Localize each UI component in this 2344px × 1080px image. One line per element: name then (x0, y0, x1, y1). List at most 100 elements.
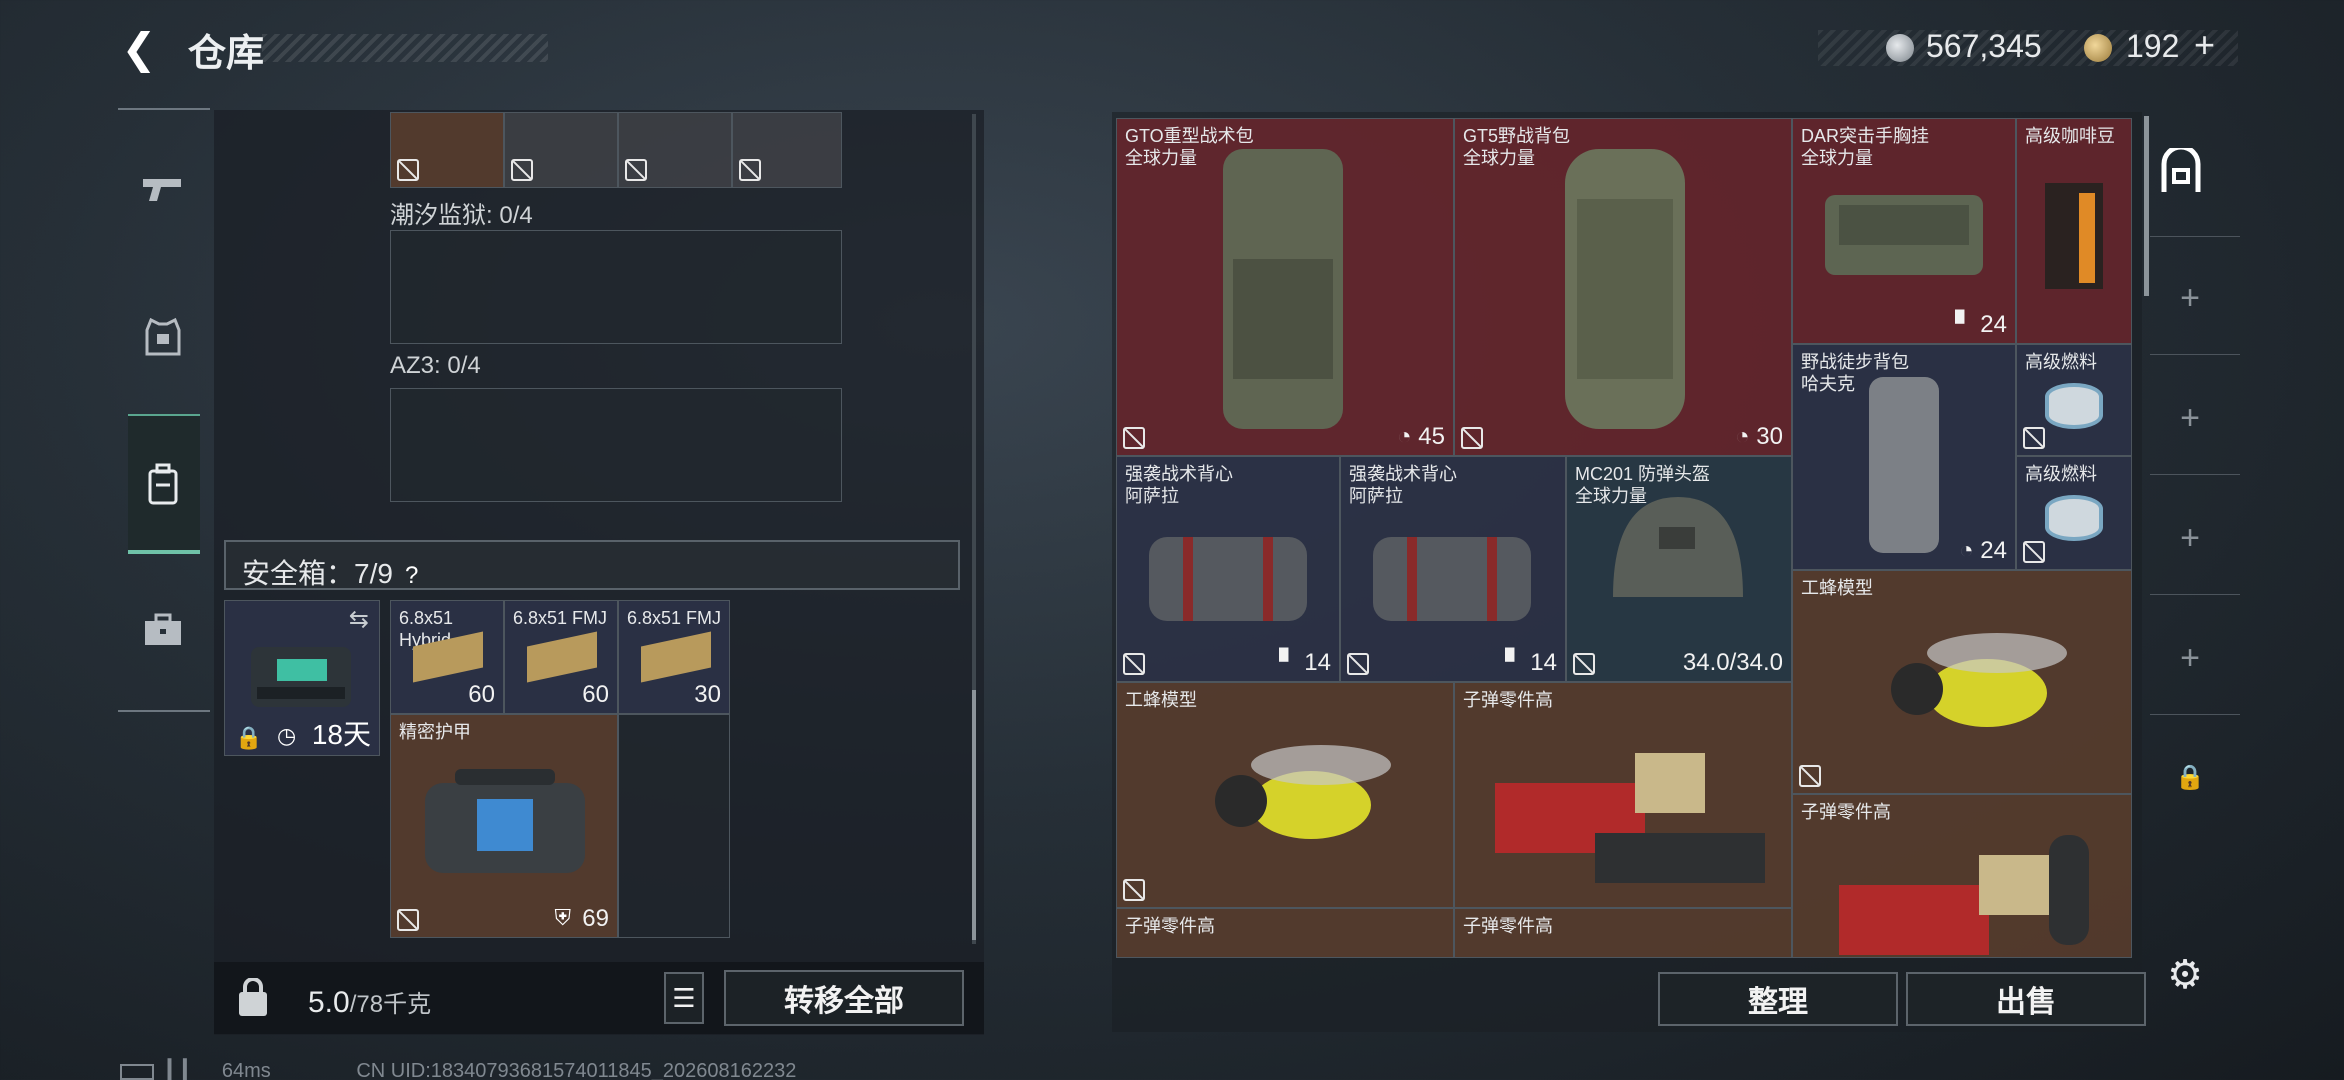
no-trade-icon (1799, 765, 1821, 787)
nav-storage[interactable] (128, 444, 198, 524)
storage-item[interactable]: 高级咖啡豆 (2016, 118, 2132, 344)
storage-item[interactable]: DAR突击手胸挂 全球力量 ▘ 24 (1792, 118, 2016, 344)
helmet-image (1613, 497, 1743, 597)
add-tab-button[interactable]: + (2170, 638, 2210, 678)
backpack-image (1565, 149, 1685, 429)
storage-item[interactable]: 高级燃料 (2016, 456, 2132, 570)
silver-amount: 567,345 (1926, 28, 2042, 64)
add-tab-button[interactable]: + (2170, 398, 2210, 438)
tab-divider (2150, 594, 2240, 595)
add-currency-button[interactable]: + (2194, 24, 2215, 66)
no-trade-icon (1347, 653, 1369, 675)
list-view-button[interactable]: ☰ (664, 972, 704, 1024)
ammo-item[interactable]: 6.8x51 FMJ 30 (618, 600, 730, 714)
no-trade-icon (1461, 427, 1483, 449)
armor-bag-icon (425, 769, 585, 873)
storage-item[interactable]: 子弹零件高 (1454, 682, 1792, 908)
ammo-parts-image (1495, 753, 1765, 883)
slot-grid-az3[interactable] (390, 388, 842, 502)
storage-item[interactable]: 工蜂模型 (1116, 682, 1454, 908)
storage-item[interactable]: 子弹零件高 (1454, 908, 1792, 958)
partial-item-cell[interactable] (390, 112, 504, 188)
backpack-icon (148, 463, 178, 505)
locked-tab-icon[interactable]: 🔒 (2170, 758, 2210, 798)
empty-slot[interactable] (618, 714, 730, 938)
vest-small-icon: ▘ (1279, 649, 1298, 676)
sell-button[interactable]: 出售 (1906, 972, 2146, 1026)
wasp-model-image (1215, 745, 1391, 839)
tab-divider (2150, 236, 2240, 237)
storage-item[interactable]: 高级燃料 (2016, 344, 2132, 456)
add-tab-button[interactable]: + (2170, 518, 2210, 558)
no-trade-icon (1123, 427, 1145, 449)
uid-readout: CN UID:18340793681574011845_202608162232 (356, 1060, 797, 1080)
no-trade-icon (511, 159, 533, 181)
storage-item[interactable]: MC201 防弹头盔 全球力量 34.0/34.0 (1566, 456, 1792, 682)
safebox-days: 18天 (311, 719, 371, 750)
storage-item[interactable]: 工蜂模型 (1792, 570, 2132, 794)
safebox-case-icon (251, 647, 351, 707)
no-trade-icon (1573, 653, 1595, 675)
storage-item[interactable]: GTO重型战术包 全球力量 ◔ 45 (1116, 118, 1454, 456)
no-trade-icon (1123, 879, 1145, 901)
nav-equipment[interactable] (128, 296, 198, 376)
ammo-parts-image (1839, 835, 2089, 955)
storage-item[interactable]: 子弹零件高 (1116, 908, 1454, 958)
help-icon[interactable]: ? (405, 562, 418, 590)
ping-readout: 64ms (221, 1060, 271, 1080)
nav-briefcase[interactable] (128, 590, 198, 670)
armor-item[interactable]: 精密护甲 ⛨ 69 (390, 714, 618, 938)
status-bar: ▎▎ 64ms CN UID:18340793681574011845_2026… (120, 1058, 796, 1080)
settings-gear-icon[interactable]: ⚙ (2164, 954, 2206, 996)
tactical-vest-image (1373, 537, 1531, 621)
storage-tab-active[interactable] (2160, 144, 2202, 196)
title-decoration (262, 34, 548, 62)
gold-coin-icon (2084, 34, 2112, 62)
list-icon: ☰ (672, 982, 696, 1013)
nav-divider (118, 108, 210, 110)
partial-item-cell[interactable] (504, 112, 618, 188)
no-trade-icon (2023, 427, 2045, 449)
storage-item[interactable]: 强袭战术背心 阿萨拉 ▘ 14 (1116, 456, 1340, 682)
weight-icon: ◔ (1397, 423, 1412, 450)
back-arrow-icon[interactable]: ❮ (116, 26, 162, 72)
storage-item[interactable]: 强袭战术背心 阿萨拉 ▘ 14 (1340, 456, 1566, 682)
storage-item[interactable]: 野战徒步背包 哈夫克 ◔ 24 (1792, 344, 2016, 570)
left-scroll-thumb[interactable] (972, 690, 976, 940)
silver-coin-icon (1886, 34, 1914, 62)
safebox-case[interactable]: ⇆ 🔒 ◷ 18天 (224, 600, 380, 756)
tab-divider (2150, 354, 2240, 355)
no-trade-icon (625, 159, 647, 181)
no-trade-icon (2023, 541, 2045, 563)
partial-item-cell[interactable] (732, 112, 842, 188)
sort-button[interactable]: 整理 (1658, 972, 1898, 1026)
storage-item[interactable]: GT5野战背包 全球力量 ◔ 30 (1454, 118, 1792, 456)
add-tab-button[interactable]: + (2170, 278, 2210, 318)
chest-rig-image (1825, 195, 1983, 275)
ammo-item[interactable]: 6.8x51 FMJ 60 (504, 600, 618, 714)
nav-weapons[interactable] (128, 150, 198, 230)
no-trade-icon (397, 159, 419, 181)
partial-item-cell[interactable] (618, 112, 732, 188)
shield-icon: ⛨ (554, 905, 571, 930)
no-trade-icon (739, 159, 761, 181)
storage-item[interactable]: 子弹零件高 (1792, 794, 2132, 958)
fuel-can-icon (2045, 495, 2103, 541)
safebox-header: 安全箱：7/9? (224, 540, 960, 590)
tactical-vest-image (1149, 537, 1307, 621)
slot-label-tide-prison: 潮汐监狱: 0/4 (390, 202, 533, 229)
wasp-model-image (1891, 633, 2067, 727)
storage-house-icon (2161, 144, 2201, 192)
briefcase-icon (145, 613, 181, 645)
hiking-backpack-image (1869, 377, 1939, 553)
weight-icon: ◔ (1959, 537, 1974, 564)
ammo-item[interactable]: 6.8x51 Hybrid... 60 (390, 600, 504, 714)
transfer-all-button[interactable]: 转移全部 (724, 970, 964, 1026)
slot-label-az3: AZ3: 0/4 (390, 352, 481, 379)
ammo-box-icon (641, 631, 711, 683)
swap-icon[interactable]: ⇆ (349, 605, 369, 634)
weight-readout: 5.0/78千克 (308, 986, 432, 1019)
no-trade-icon (1123, 653, 1145, 675)
slot-grid-tide-prison[interactable] (390, 230, 842, 344)
storage-scroll-thumb[interactable] (2144, 116, 2149, 296)
